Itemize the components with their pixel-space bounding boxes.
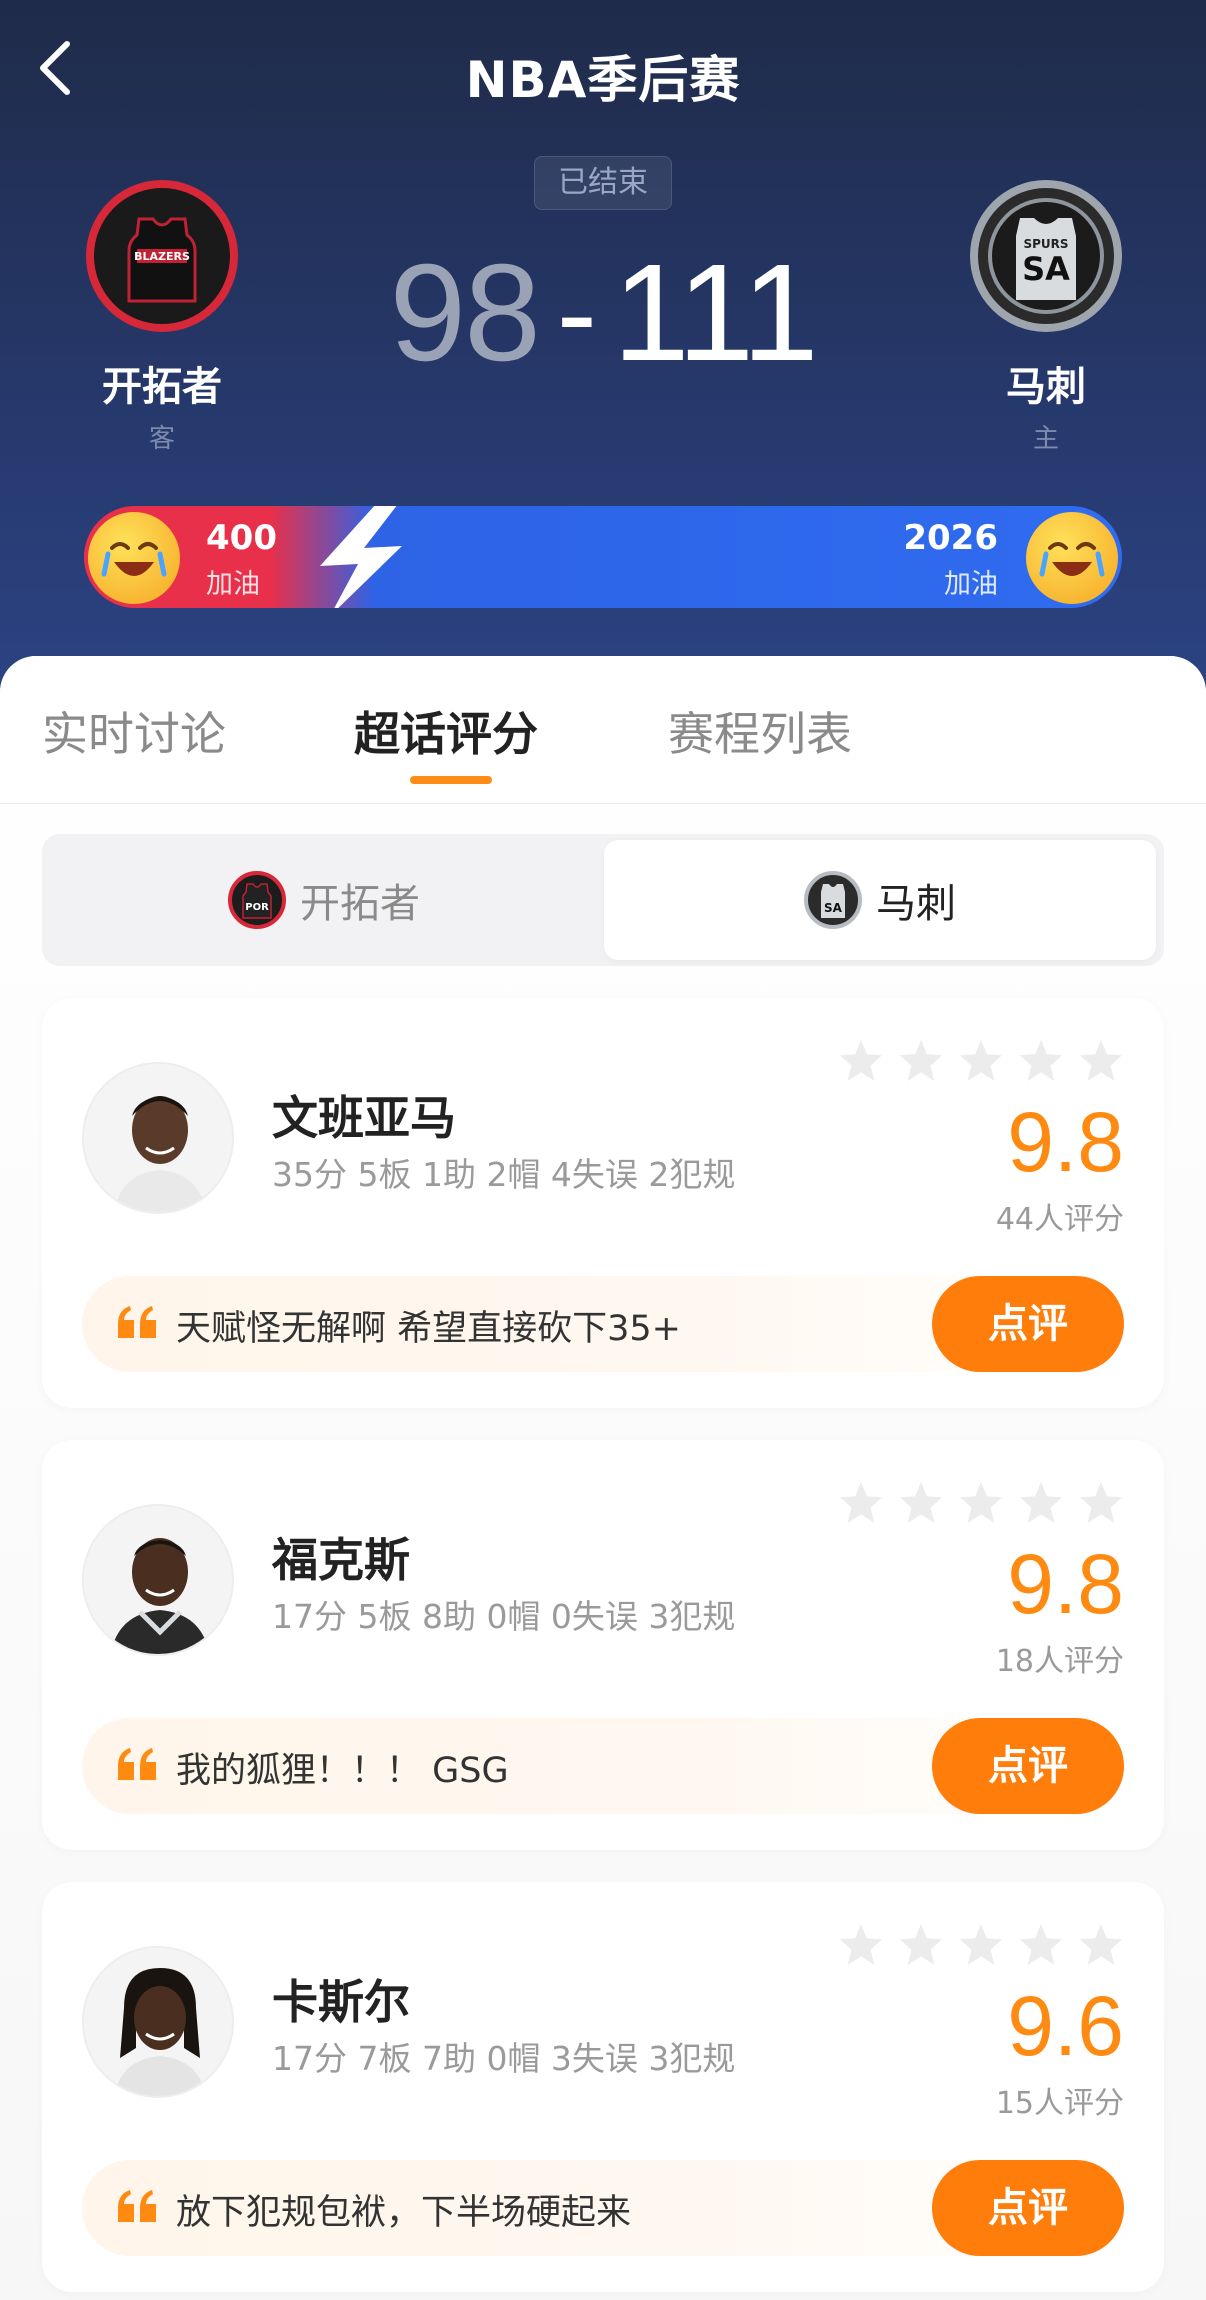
- star-icon[interactable]: [1018, 1480, 1064, 1524]
- star-icon[interactable]: [898, 1038, 944, 1082]
- quote-icon: [118, 1306, 156, 1338]
- review-button[interactable]: 点评: [932, 1718, 1124, 1814]
- blazers-logo: BLAZERS: [86, 180, 238, 332]
- game-status-badge: 已结束: [534, 156, 672, 210]
- player-avatar[interactable]: [82, 1504, 234, 1656]
- laughing-emoji-icon[interactable]: [1026, 512, 1118, 604]
- player-score: 9.6: [1007, 1979, 1124, 2073]
- team-switch-spurs[interactable]: SA 马刺: [604, 840, 1156, 960]
- top-comment: 放下犯规包袱，下半场硬起来 点评: [82, 2160, 1124, 2256]
- star-icon[interactable]: [958, 1922, 1004, 1966]
- player-rating-card[interactable]: 卡斯尔 17分 7板 7助 0帽 3失误 3犯规 9.6 15人评分 放下犯规包…: [42, 1882, 1164, 2292]
- star-icon[interactable]: [1018, 1922, 1064, 1966]
- away-score: 98: [389, 235, 540, 390]
- tab-schedule[interactable]: 赛程列表: [668, 698, 852, 764]
- home-cheer-label: 加油: [944, 569, 998, 600]
- comment-text: 我的狐狸！！！ GSG: [176, 1751, 509, 1791]
- spurs-logo: SPURS SA: [970, 180, 1122, 332]
- star-icon[interactable]: [1078, 1038, 1124, 1082]
- rating-stars[interactable]: [838, 1480, 1124, 1524]
- spurs-mini-logo: SA: [804, 871, 862, 929]
- away-team-side: 客: [148, 424, 175, 454]
- home-team-name: 马刺: [1006, 364, 1086, 410]
- player-rating-card[interactable]: 福克斯 17分 5板 8助 0帽 0失误 3犯规 9.8 18人评分 我的狐狸！…: [42, 1440, 1164, 1850]
- player-avatar[interactable]: [82, 1062, 234, 1214]
- star-icon[interactable]: [958, 1038, 1004, 1082]
- player-name: 卡斯尔: [272, 1975, 410, 2029]
- match-header: NBA季后赛 已结束 BLAZERS 开拓者 客 98 - 111 SPURS …: [0, 0, 1206, 700]
- spurs-mini-logo-text: SA: [824, 901, 843, 915]
- player-score: 9.8: [1007, 1537, 1124, 1631]
- scoreboard: 98 - 111: [389, 236, 818, 390]
- home-team-side: 主: [1032, 424, 1059, 454]
- star-icon[interactable]: [838, 1480, 884, 1524]
- team-switch: POR 开拓者 SA 马刺: [42, 834, 1164, 966]
- rating-stars[interactable]: [838, 1922, 1124, 1966]
- team-switch-blazers[interactable]: POR 开拓者: [48, 840, 600, 960]
- comment-text: 天赋怪无解啊 希望直接砍下35+: [176, 1309, 681, 1349]
- player-score: 9.8: [1007, 1095, 1124, 1189]
- away-team[interactable]: BLAZERS 开拓者 客: [82, 180, 242, 455]
- star-icon[interactable]: [1078, 1922, 1124, 1966]
- rating-count: 18人评分: [995, 1644, 1124, 1679]
- spurs-logo-subtext: SPURS: [1023, 237, 1068, 251]
- team-switch-blazers-label: 开拓者: [300, 881, 420, 927]
- rating-stars[interactable]: [838, 1038, 1124, 1082]
- home-team[interactable]: SPURS SA 马刺 主: [966, 180, 1126, 455]
- spurs-logo-text: SA: [1022, 250, 1070, 288]
- team-switch-spurs-label: 马刺: [876, 881, 956, 927]
- lightning-icon: [320, 506, 402, 608]
- star-icon[interactable]: [838, 1922, 884, 1966]
- player-rating-card[interactable]: 文班亚马 35分 5板 1助 2帽 4失误 2犯规 9.8 44人评分 天赋怪无…: [42, 998, 1164, 1408]
- player-stats: 35分 5板 1助 2帽 4失误 2犯规: [272, 1155, 736, 1194]
- blazers-logo-text: BLAZERS: [134, 250, 190, 263]
- player-name: 福克斯: [272, 1533, 410, 1587]
- star-icon[interactable]: [898, 1922, 944, 1966]
- rating-count: 44人评分: [995, 1202, 1124, 1237]
- star-icon[interactable]: [1078, 1480, 1124, 1524]
- away-team-name: 开拓者: [102, 364, 222, 410]
- cheer-bar[interactable]: 400 加油 2026 加油: [84, 506, 1122, 608]
- home-cheer-count: 2026: [903, 518, 998, 558]
- review-button[interactable]: 点评: [932, 1276, 1124, 1372]
- away-cheer-count: 400: [206, 518, 277, 558]
- page-title: NBA季后赛: [465, 51, 741, 109]
- review-button[interactable]: 点评: [932, 2160, 1124, 2256]
- star-icon[interactable]: [958, 1480, 1004, 1524]
- star-icon[interactable]: [898, 1480, 944, 1524]
- star-icon[interactable]: [838, 1038, 884, 1082]
- score-separator: -: [556, 246, 597, 380]
- player-avatar[interactable]: [82, 1946, 234, 2098]
- blazers-mini-logo: POR: [228, 871, 286, 929]
- player-name: 文班亚马: [272, 1091, 456, 1145]
- top-comment: 我的狐狸！！！ GSG 点评: [82, 1718, 1124, 1814]
- player-stats: 17分 5板 8助 0帽 0失误 3犯规: [272, 1597, 736, 1636]
- comment-text: 放下犯规包袱，下半场硬起来: [176, 2193, 632, 2233]
- top-comment: 天赋怪无解啊 希望直接砍下35+ 点评: [82, 1276, 1124, 1372]
- home-score: 111: [612, 235, 819, 390]
- active-tab-indicator: [410, 776, 492, 784]
- quote-icon: [118, 2190, 156, 2222]
- blazers-mini-logo-text: POR: [245, 902, 269, 913]
- tab-live-discussion[interactable]: 实时讨论: [42, 698, 226, 764]
- quote-icon: [118, 1748, 156, 1780]
- laughing-emoji-icon[interactable]: [88, 512, 180, 604]
- tab-ratings[interactable]: 超话评分: [354, 698, 538, 764]
- star-icon[interactable]: [1018, 1038, 1064, 1082]
- content-panel: 实时讨论 超话评分 赛程列表 POR 开拓者 SA 马刺 文班亚马 35分 5板…: [0, 656, 1206, 2300]
- tab-bar: 实时讨论 超话评分 赛程列表: [0, 656, 1206, 804]
- rating-count: 15人评分: [995, 2086, 1124, 2121]
- away-cheer-label: 加油: [206, 569, 260, 600]
- player-stats: 17分 7板 7助 0帽 3失误 3犯规: [272, 2039, 736, 2078]
